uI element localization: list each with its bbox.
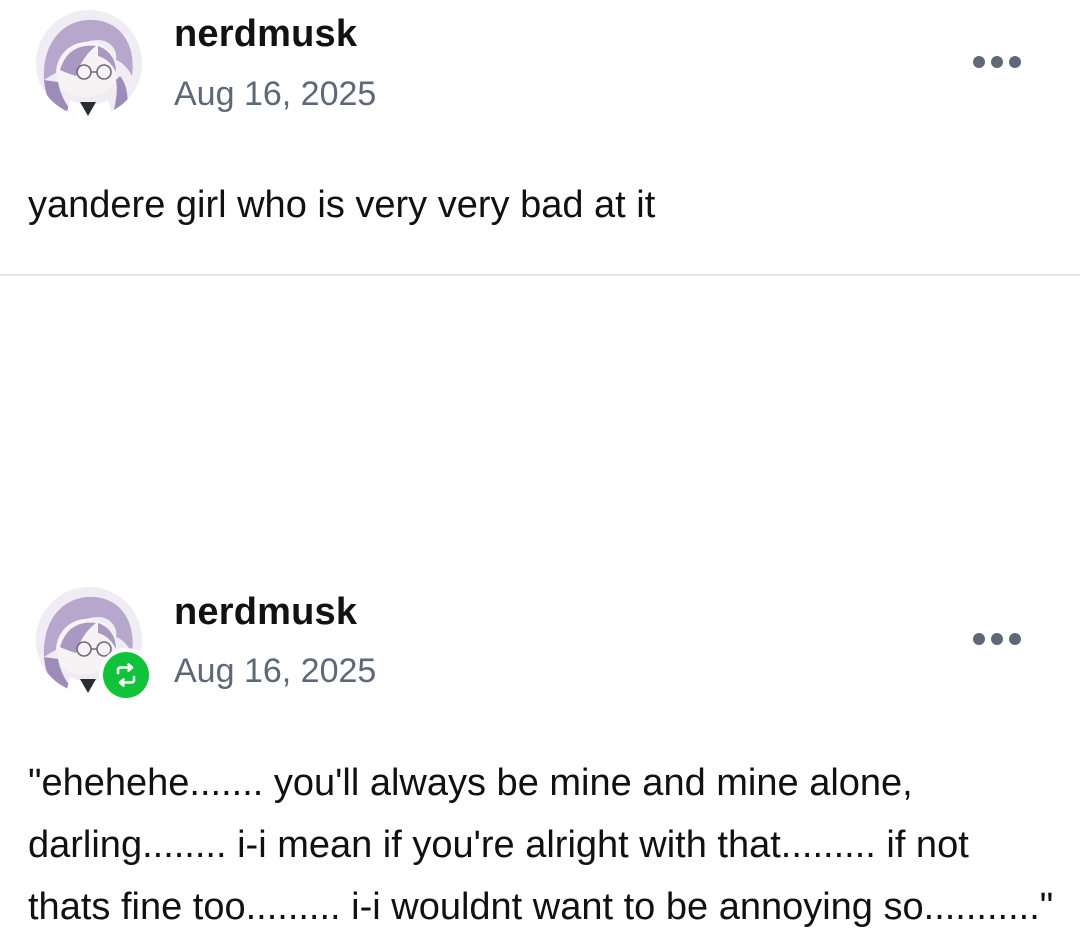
post-date[interactable]: Aug 16, 2025 (174, 75, 376, 114)
username[interactable]: nerdmusk (174, 13, 357, 56)
reblog-badge (99, 648, 153, 702)
post-body: "ehehehe....... you'll always be mine an… (28, 762, 1054, 928)
more-options-button[interactable] (970, 52, 1024, 72)
anime-avatar-icon (36, 10, 142, 116)
post-original: nerdmusk Aug 16, 2025 yandere girl who i… (0, 0, 1080, 274)
reblog-icon (116, 663, 136, 687)
more-options-button[interactable] (970, 629, 1024, 649)
post-date[interactable]: Aug 16, 2025 (174, 652, 376, 691)
post-body: yandere girl who is very very bad at it (28, 184, 656, 226)
username[interactable]: nerdmusk (174, 591, 357, 634)
post-reblog: nerdmusk Aug 16, 2025 "ehehehe....... yo… (0, 274, 1080, 928)
avatar[interactable] (36, 10, 142, 116)
